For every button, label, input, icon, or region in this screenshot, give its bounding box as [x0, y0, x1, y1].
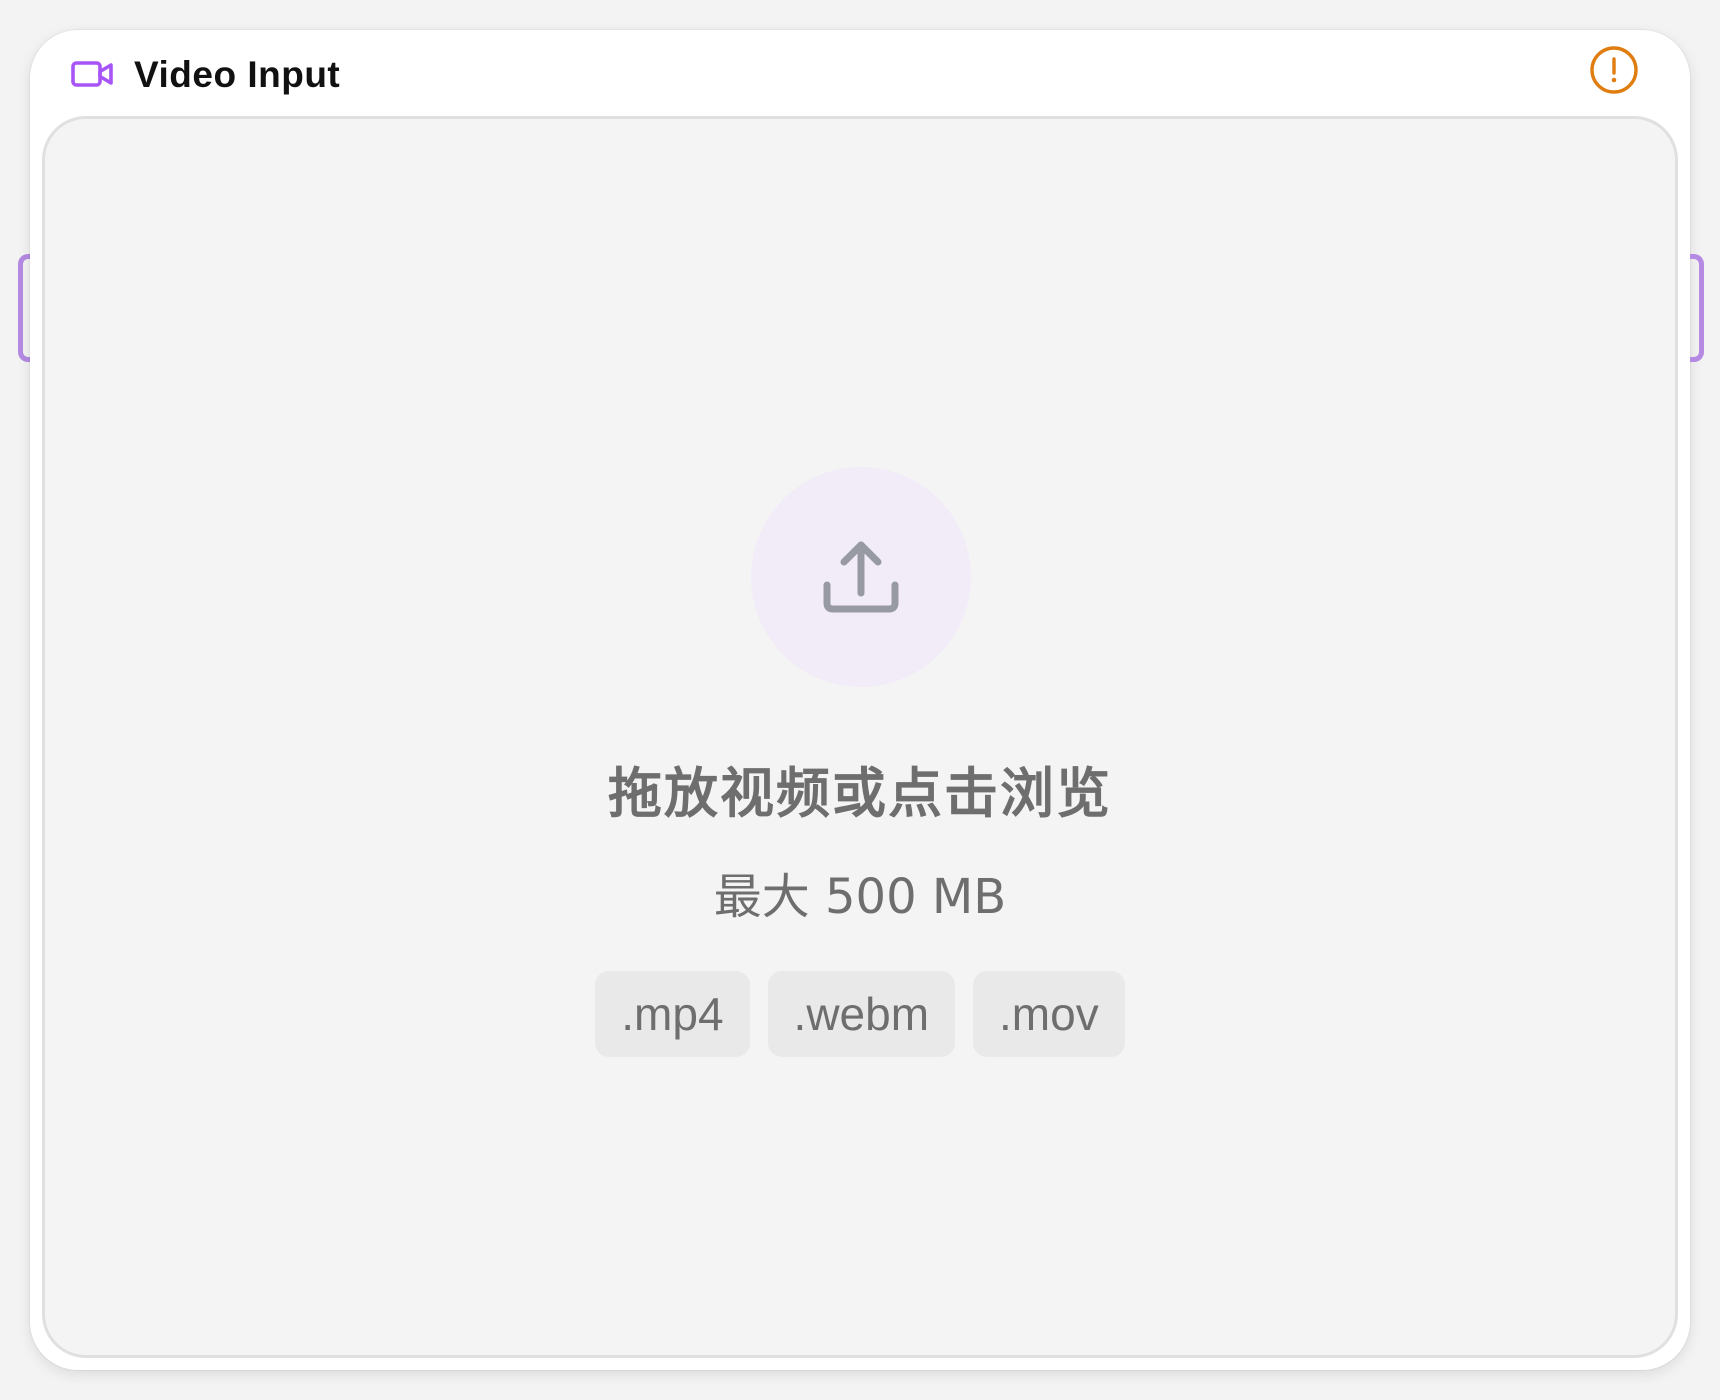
upload-icon-circle	[751, 467, 971, 687]
max-size-label: 最大 500 MB	[713, 869, 1007, 925]
format-chip-webm: .webm	[767, 971, 956, 1057]
warning-icon[interactable]	[1588, 44, 1640, 96]
node-title: Video Input	[134, 54, 341, 95]
upload-icon	[823, 541, 899, 613]
format-chip-mov: .mov	[973, 971, 1125, 1057]
format-chip-mp4: .mp4	[595, 971, 750, 1057]
video-input-node[interactable]: Video Input 拖放视频或点击浏览 最大 500 MB .mp4 .we…	[30, 30, 1690, 1370]
format-chips: .mp4 .webm .mov	[45, 971, 1675, 1057]
dropzone-title: 拖放视频或点击浏览	[608, 762, 1112, 825]
video-dropzone[interactable]: 拖放视频或点击浏览 最大 500 MB .mp4 .webm .mov	[42, 116, 1678, 1358]
output-handle[interactable]	[1690, 254, 1704, 362]
video-camera-icon	[70, 52, 116, 98]
